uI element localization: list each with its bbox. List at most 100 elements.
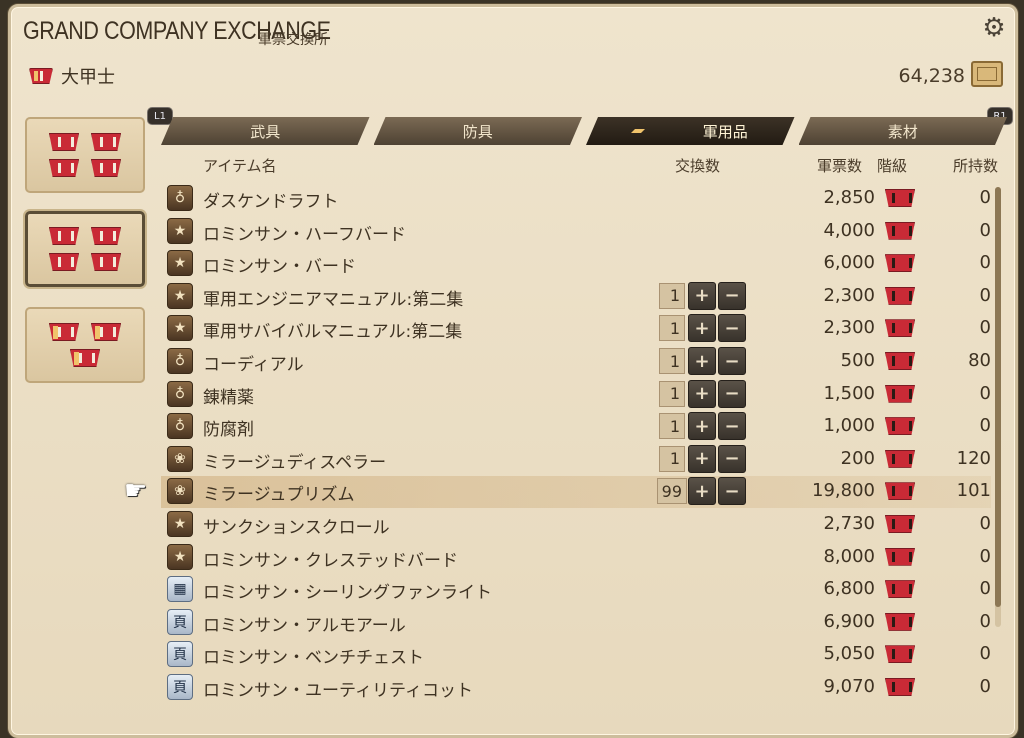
- increase-quantity-button[interactable]: +: [688, 314, 716, 343]
- owned-count: 0: [979, 252, 991, 274]
- furniture-icon: 頁: [167, 641, 193, 668]
- item-cost: 19,800: [812, 480, 875, 502]
- seal-currency-icon: [971, 61, 1003, 87]
- player-rank: 大甲士: [29, 63, 115, 89]
- rank-badge-icon: [885, 254, 915, 273]
- item-list: ♁ ダスケンドラフト 2,850 0 ★ ロミンサン・ハーフバード 4,000 0 ★ ロミンサン…: [161, 183, 991, 723]
- item-name: ロミンサン・シーリングファンライト: [203, 583, 492, 604]
- increase-quantity-button[interactable]: +: [688, 444, 716, 473]
- close-icon[interactable]: ⚙: [979, 13, 1009, 43]
- item-name: 防腐剤: [203, 420, 254, 441]
- rank-badge-icon: [885, 547, 915, 566]
- list-item[interactable]: ♁ 防腐剤 1 + − 1,000 0: [161, 411, 991, 443]
- tab-armor[interactable]: 防具: [374, 117, 583, 145]
- rank-badge-icon: [49, 159, 79, 177]
- decrease-quantity-button[interactable]: −: [718, 347, 746, 375]
- owned-count: 0: [979, 382, 991, 404]
- rank-label: 大甲士: [61, 67, 115, 88]
- header-rank: 階級: [877, 157, 908, 175]
- tab-arms[interactable]: 武具: [161, 117, 370, 145]
- category-rank-1[interactable]: [25, 117, 145, 193]
- rank-badge-icon: [885, 580, 915, 599]
- star-icon: ★: [167, 282, 193, 309]
- rank-badge-icon: [49, 253, 79, 271]
- rank-badge-icon: [885, 515, 915, 533]
- grand-company-exchange-window: GRAND COMPANY EXCHANGE 軍票交換所 ⚙ 大甲士 64,23…: [8, 4, 1018, 738]
- star-icon: ★: [167, 543, 193, 570]
- list-item[interactable]: ★ サンクションスクロール 2,730 0: [161, 509, 991, 541]
- quantity-field[interactable]: 1: [659, 348, 685, 374]
- decrease-quantity-button[interactable]: −: [718, 444, 746, 473]
- list-item[interactable]: ▦ ロミンサン・シーリングファンライト 6,800 0: [161, 574, 991, 606]
- item-cost: 1,000: [823, 415, 875, 437]
- rank-badge-icon: [885, 189, 915, 207]
- scrollbar-thumb[interactable]: [995, 187, 1001, 607]
- item-cost: 4,000: [823, 219, 875, 241]
- item-name: ロミンサン・ハーフバード: [203, 224, 406, 245]
- increase-quantity-button[interactable]: +: [688, 379, 716, 408]
- potion-icon: ♁: [167, 413, 193, 440]
- tab-supplies-label: 軍用品: [702, 122, 748, 141]
- rank-badge-icon: [885, 612, 915, 631]
- increase-quantity-button[interactable]: +: [688, 477, 716, 506]
- furniture-icon: 頁: [167, 674, 193, 700]
- tab-supplies[interactable]: 軍用品: [586, 117, 795, 145]
- crystal-icon: ❀: [167, 445, 193, 472]
- furniture-icon: 頁: [167, 608, 193, 635]
- quantity-field[interactable]: 1: [659, 315, 685, 342]
- header-quantity: 交換数: [675, 157, 721, 175]
- increase-quantity-button[interactable]: +: [688, 412, 716, 441]
- list-item[interactable]: 頁ロミンサン・アルモアール 6,900 0: [161, 607, 991, 639]
- list-item[interactable]: ★ ロミンサン・クレステッドバード 8,000 0: [161, 542, 991, 574]
- owned-count: 0: [979, 578, 991, 600]
- list-item[interactable]: 頁ロミンサン・ベンチチェスト 5,050 0: [161, 639, 991, 671]
- quantity-field[interactable]: 99: [657, 478, 687, 505]
- quantity-field[interactable]: 1: [659, 413, 685, 440]
- item-cost: 2,300: [823, 317, 875, 339]
- list-item[interactable]: ★ 軍用サバイバルマニュアル:第二集 1 + − 2,300 0: [161, 313, 991, 345]
- list-item[interactable]: ❀ ミラージュディスペラー 1 + − 200 120: [161, 444, 991, 476]
- category-rank-2[interactable]: [25, 211, 145, 287]
- item-name: ロミンサン・クレステッドバード: [203, 550, 458, 571]
- rank-badge-icon: [91, 253, 121, 271]
- decrease-quantity-button[interactable]: −: [718, 477, 746, 506]
- quantity-field[interactable]: 1: [659, 380, 685, 407]
- rank-badge-icon: [885, 482, 915, 501]
- list-item[interactable]: ♁ 錬精薬 1 + − 1,500 0: [161, 379, 991, 411]
- increase-quantity-button[interactable]: +: [688, 347, 716, 375]
- item-cost: 6,900: [823, 610, 875, 632]
- crystal-icon: ❀: [167, 478, 193, 505]
- decrease-quantity-button[interactable]: −: [718, 281, 746, 310]
- tab-materials[interactable]: 素材: [799, 117, 1008, 145]
- star-icon: ★: [167, 315, 193, 342]
- decrease-quantity-button[interactable]: −: [718, 412, 746, 441]
- increase-quantity-button[interactable]: +: [688, 281, 716, 310]
- owned-count: 0: [979, 187, 991, 208]
- item-name: ロミンサン・バード: [203, 257, 356, 278]
- item-name: ミラージュプリズム: [203, 485, 355, 506]
- list-item[interactable]: ★ 軍用エンジニアマニュアル:第二集 1 + − 2,300 0: [161, 281, 991, 313]
- category-rank-3[interactable]: [25, 307, 145, 383]
- list-item[interactable]: 頁ロミンサン・ユーティリティコット 9,070 0: [161, 672, 991, 704]
- list-item[interactable]: ♁ ダスケンドラフト 2,850 0: [161, 183, 991, 215]
- rank-badge-icon: [885, 352, 915, 370]
- decrease-quantity-button[interactable]: −: [718, 379, 746, 408]
- hand-cursor-icon: ☛: [124, 476, 148, 506]
- item-cost: 6,000: [823, 252, 875, 274]
- item-name: ロミンサン・アルモアール: [203, 615, 406, 636]
- owned-count: 80: [968, 350, 991, 371]
- header-item-name: アイテム名: [203, 157, 277, 175]
- item-name: ロミンサン・ベンチチェスト: [203, 648, 424, 669]
- decrease-quantity-button[interactable]: −: [718, 314, 746, 343]
- rank-badge-icon: [885, 678, 915, 696]
- list-item[interactable]: ★ ロミンサン・バード 6,000 0: [161, 248, 991, 280]
- rank-badge-icon: [885, 319, 915, 338]
- quantity-field[interactable]: 1: [659, 445, 685, 472]
- list-item[interactable]: ♁ コーディアル 1 + − 500 80: [161, 346, 991, 378]
- list-item[interactable]: ★ ロミンサン・ハーフバード 4,000 0: [161, 216, 991, 248]
- item-name: ミラージュディスペラー: [203, 452, 387, 473]
- list-item[interactable]: ❀ ミラージュプリズム 99 + − 19,800 101: [161, 476, 991, 509]
- tab-bar: 武具 防具 軍用品 素材: [161, 117, 1011, 147]
- item-cost: 500: [840, 350, 875, 371]
- quantity-field[interactable]: 1: [659, 282, 685, 309]
